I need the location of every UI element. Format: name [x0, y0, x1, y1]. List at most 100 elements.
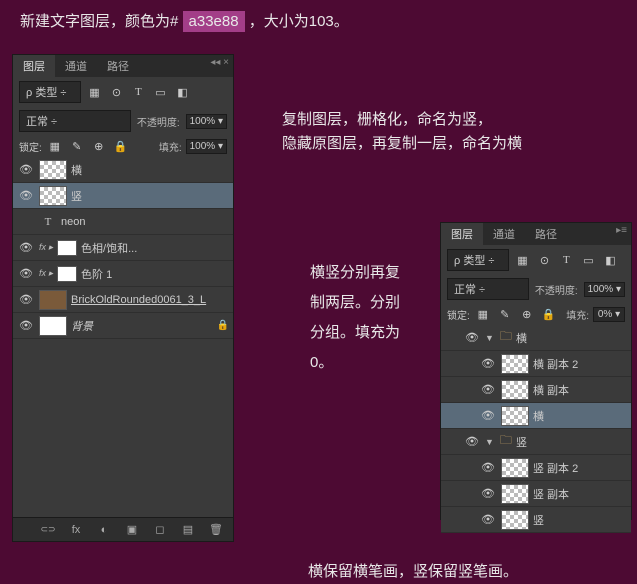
- folder-icon: 🗀: [500, 431, 512, 452]
- visibility-icon[interactable]: 👁: [479, 357, 497, 370]
- blend-mode-select[interactable]: 正常 ÷: [447, 278, 529, 300]
- layer-row[interactable]: 👁横: [13, 157, 233, 183]
- layer-row[interactable]: 👁竖 副本 2: [441, 455, 631, 481]
- lock-paint-icon[interactable]: ✎: [68, 138, 86, 154]
- layer-row[interactable]: 👁 横 副本: [441, 377, 631, 403]
- layers-panel-2: 图层 通道 路径 ▸≡ ρ 类型 ÷ ▦ ⊙ T ▭ ◧ 正常 ÷ 不透明度: …: [440, 222, 632, 520]
- panel-bottom-bar: ⊂⊃ fx ◐ ▣ ◻ ▤ 🗑: [13, 517, 233, 541]
- blend-row: 正常 ÷ 不透明度: 100% ▾: [441, 275, 631, 303]
- layer-thumb: [39, 316, 67, 336]
- visibility-icon[interactable]: 👁: [17, 293, 35, 306]
- layer-row[interactable]: 👁横 副本 2: [441, 351, 631, 377]
- layer-name: 竖: [71, 188, 229, 204]
- panel-menu-icon[interactable]: ◂◂ ×: [210, 57, 229, 68]
- visibility-icon[interactable]: 👁: [17, 189, 35, 202]
- panel-menu-icon[interactable]: ▸≡: [616, 225, 627, 236]
- lock-icon: 🔒: [217, 320, 229, 331]
- visibility-icon[interactable]: 👁: [479, 487, 497, 500]
- layer-name: 横: [71, 162, 229, 178]
- blend-row: 正常 ÷ 不透明度: 100% ▾: [13, 107, 233, 135]
- group-caret-icon[interactable]: ▼: [485, 333, 494, 343]
- layer-name: 横 副本: [533, 382, 627, 398]
- fill-value[interactable]: 100% ▾: [186, 139, 227, 154]
- tab-layers[interactable]: 图层: [441, 223, 483, 245]
- opacity-value[interactable]: 100% ▾: [186, 114, 227, 129]
- layer-name: 背景: [71, 318, 213, 334]
- layer-row[interactable]: 👁竖: [13, 183, 233, 209]
- caption-bottom: 横保留横笔画，竖保留竖笔画。: [308, 560, 518, 584]
- filter-type-icon[interactable]: T: [557, 252, 575, 268]
- layer-thumb: [501, 406, 529, 426]
- visibility-icon[interactable]: 👁: [479, 513, 497, 526]
- lock-trans-icon[interactable]: ▦: [474, 306, 492, 322]
- layer-thumb: [501, 458, 529, 478]
- group-row[interactable]: 👁▼🗀竖: [441, 429, 631, 455]
- adjust-icon[interactable]: ▣: [123, 522, 141, 538]
- lock-paint-icon[interactable]: ✎: [496, 306, 514, 322]
- layer-row[interactable]: 👁fx ▸色阶 1: [13, 261, 233, 287]
- layer-row[interactable]: Tneon: [13, 209, 233, 235]
- filter-smart-icon[interactable]: ◧: [601, 252, 619, 268]
- lock-all-icon[interactable]: 🔒: [112, 138, 130, 154]
- lock-trans-icon[interactable]: ▦: [46, 138, 64, 154]
- filter-pixel-icon[interactable]: ▦: [513, 252, 531, 268]
- layer-row[interactable]: 👁竖 副本: [441, 481, 631, 507]
- opacity-value[interactable]: 100% ▾: [584, 282, 625, 297]
- lock-row: 锁定: ▦ ✎ ⊕ 🔒 填充: 100% ▾: [13, 135, 233, 157]
- lock-pos-icon[interactable]: ⊕: [90, 138, 108, 154]
- layer-thumb: [501, 484, 529, 504]
- folder-icon: 🗀: [500, 327, 512, 348]
- group-caret-icon[interactable]: ▼: [485, 437, 494, 447]
- opacity-label: 不透明度:: [535, 282, 578, 297]
- layers-list-1: 👁横👁竖Tneon👁fx ▸色相/饱和...👁fx ▸色阶 1👁BrickOld…: [13, 157, 233, 339]
- tab-channels[interactable]: 通道: [483, 223, 525, 245]
- filter-pixel-icon[interactable]: ▦: [85, 84, 103, 100]
- lock-pos-icon[interactable]: ⊕: [518, 306, 536, 322]
- filter-shape-icon[interactable]: ▭: [151, 84, 169, 100]
- layer-name: 色相/饱和...: [81, 240, 229, 256]
- filter-adjust-icon[interactable]: ⊙: [107, 84, 125, 100]
- link-icon[interactable]: ⊂⊃: [39, 522, 57, 538]
- visibility-icon[interactable]: 👁: [17, 241, 35, 254]
- tab-layers[interactable]: 图层: [13, 55, 55, 77]
- visibility-icon[interactable]: 👁: [463, 331, 481, 344]
- tab-paths[interactable]: 路径: [97, 55, 139, 77]
- fill-value[interactable]: 0% ▾: [593, 307, 625, 322]
- tab-channels[interactable]: 通道: [55, 55, 97, 77]
- layer-thumb: [39, 290, 67, 310]
- tab-paths[interactable]: 路径: [525, 223, 567, 245]
- color-highlight: a33e88: [183, 11, 245, 32]
- group-row[interactable]: 👁▼🗀横: [441, 325, 631, 351]
- filter-row: ρ 类型 ÷ ▦ ⊙ T ▭ ◧: [13, 77, 233, 107]
- group-icon[interactable]: ◻: [151, 522, 169, 538]
- visibility-icon[interactable]: 👁: [17, 319, 35, 332]
- layer-name: 横: [533, 408, 627, 424]
- visibility-icon[interactable]: 👁: [479, 383, 497, 396]
- visibility-icon[interactable]: 👁: [17, 267, 35, 280]
- visibility-icon[interactable]: 👁: [17, 163, 35, 176]
- filter-type-icon[interactable]: T: [129, 84, 147, 100]
- filter-smart-icon[interactable]: ◧: [173, 84, 191, 100]
- kind-select[interactable]: ρ 类型 ÷: [19, 81, 81, 103]
- visibility-icon[interactable]: 👁: [479, 409, 497, 422]
- fx-icon[interactable]: fx: [67, 522, 85, 538]
- layer-row[interactable]: 👁BrickOldRounded0061_3_L: [13, 287, 233, 313]
- mask-icon[interactable]: ◐: [95, 522, 113, 538]
- blend-mode-select[interactable]: 正常 ÷: [19, 110, 131, 132]
- layer-row[interactable]: 👁fx ▸色相/饱和...: [13, 235, 233, 261]
- fill-label: 填充:: [566, 307, 589, 322]
- layer-row[interactable]: 👁 背景 🔒: [13, 313, 233, 339]
- visibility-icon[interactable]: 👁: [479, 461, 497, 474]
- layer-row[interactable]: 👁竖: [441, 507, 631, 533]
- lock-all-icon[interactable]: 🔒: [540, 306, 558, 322]
- trash-icon[interactable]: 🗑: [207, 522, 225, 538]
- panel-tabs: 图层 通道 路径 ▸≡: [441, 223, 631, 245]
- new-layer-icon[interactable]: ▤: [179, 522, 197, 538]
- filter-shape-icon[interactable]: ▭: [579, 252, 597, 268]
- filter-adjust-icon[interactable]: ⊙: [535, 252, 553, 268]
- visibility-icon[interactable]: 👁: [463, 435, 481, 448]
- layer-row[interactable]: 👁横: [441, 403, 631, 429]
- kind-select[interactable]: ρ 类型 ÷: [447, 249, 509, 271]
- mask-thumb: [57, 240, 77, 256]
- instruction-top: 新建文字图层，颜色为# a33e88 ，大小为103。: [20, 10, 349, 32]
